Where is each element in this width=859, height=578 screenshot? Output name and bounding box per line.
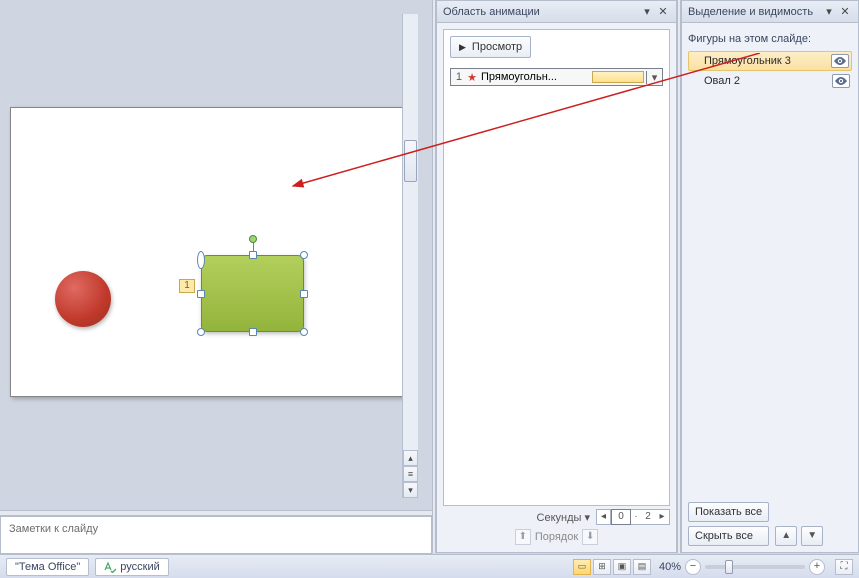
rotation-stem xyxy=(253,243,254,251)
reorder-group: ▲ ▼ xyxy=(775,526,823,546)
slide-canvas[interactable]: 1 xyxy=(10,107,410,397)
move-down-button[interactable]: ⬇ xyxy=(582,529,598,545)
zoom-level[interactable]: 40% xyxy=(659,561,681,573)
zoom-in-button[interactable]: + xyxy=(809,559,825,575)
resize-handle-mr[interactable] xyxy=(300,290,308,298)
selection-pane-menu-icon[interactable]: ▾ xyxy=(822,5,836,19)
animation-pane-menu-icon[interactable]: ▾ xyxy=(640,5,654,19)
resize-handle-bm[interactable] xyxy=(249,328,257,336)
slide-viewport: 1 ▴ ≡ ▾ xyxy=(0,7,418,505)
rotation-handle[interactable] xyxy=(249,235,257,243)
animation-pane-footer: Секунды ▾ ◂ 0 · 2 ▸ ⬆ Порядок ⬇ xyxy=(443,508,670,546)
normal-view-button[interactable]: ▭ xyxy=(573,559,591,575)
resize-handle-ml[interactable] xyxy=(197,290,205,298)
shape-move-down-button[interactable]: ▼ xyxy=(801,526,823,546)
notes-pane[interactable]: Заметки к слайду xyxy=(0,516,432,554)
sorter-view-button[interactable]: ⊞ xyxy=(593,559,611,575)
shape-move-up-button[interactable]: ▲ xyxy=(775,526,797,546)
resize-handle-tm[interactable] xyxy=(249,251,257,259)
animation-item[interactable]: 1 ★ Прямоугольн... ▾ xyxy=(450,68,663,86)
selection-pane: Выделение и видимость ▾ ✕ Фигуры на этом… xyxy=(681,0,859,553)
animation-item-dropdown-icon[interactable]: ▾ xyxy=(646,71,662,84)
animation-pane-toolbar: ▶ Просмотр xyxy=(444,30,669,64)
animation-pane: Область анимации ▾ ✕ ▶ Просмотр 1 ★ Прям… xyxy=(436,0,677,553)
zoom-slider[interactable] xyxy=(705,565,805,569)
timeline-next-icon[interactable]: ▸ xyxy=(655,510,669,524)
rectangle-shape[interactable] xyxy=(201,255,304,332)
play-icon: ▶ xyxy=(459,42,466,53)
play-button-label: Просмотр xyxy=(472,41,522,53)
shape-list-item[interactable]: Прямоугольник 3 xyxy=(688,51,852,71)
spellcheck-icon xyxy=(104,561,116,573)
selection-pane-title: Выделение и видимость xyxy=(688,6,820,18)
visibility-toggle[interactable] xyxy=(832,74,850,88)
animation-pane-close-icon[interactable]: ✕ xyxy=(656,5,670,19)
vertical-scrollbar-thumb[interactable] xyxy=(404,140,417,182)
reading-view-button[interactable]: ▣ xyxy=(613,559,631,575)
rectangle-shape-selected[interactable]: 1 xyxy=(201,255,304,332)
selection-pane-body: Фигуры на этом слайде: Прямоугольник 3 О… xyxy=(688,29,852,500)
fit-to-window-button[interactable]: ⛶ xyxy=(835,559,853,575)
animation-tag[interactable]: 1 xyxy=(179,279,195,293)
selection-pane-caption: Фигуры на этом слайде: xyxy=(688,29,852,51)
timeline-controls: Секунды ▾ ◂ 0 · 2 ▸ xyxy=(443,508,670,526)
timeline-pos: 0 xyxy=(611,509,631,525)
resize-handle-tl[interactable] xyxy=(197,251,205,269)
resize-handle-bl[interactable] xyxy=(197,328,205,336)
slideshow-view-button[interactable]: ▤ xyxy=(633,559,651,575)
timeline-label[interactable]: Секунды ▾ xyxy=(443,511,596,524)
show-all-button[interactable]: Показать все xyxy=(688,502,769,522)
move-up-button[interactable]: ⬆ xyxy=(515,529,531,545)
eye-icon xyxy=(835,77,847,85)
selection-pane-footer: Показать все Скрыть все ▲ ▼ Порядок ▾ xyxy=(688,502,852,546)
animation-item-name: Прямоугольн... xyxy=(479,71,592,83)
eye-icon xyxy=(834,57,846,65)
vertical-scrollbar[interactable] xyxy=(402,14,418,462)
theme-indicator[interactable]: "Тема Office" xyxy=(6,558,89,576)
slide-nav-buttons: ▴ ≡ ▾ xyxy=(402,450,418,498)
animation-index: 1 xyxy=(451,71,465,83)
timeline-prev-icon[interactable]: ◂ xyxy=(597,510,611,524)
timeline-spacer: · xyxy=(631,510,641,524)
animation-pane-title: Область анимации xyxy=(443,6,638,18)
shape-name: Прямоугольник 3 xyxy=(704,55,831,67)
timeline-max: 2 xyxy=(641,510,655,524)
slide-nav-menu[interactable]: ≡ xyxy=(403,466,418,482)
selection-pane-header: Выделение и видимость ▾ ✕ xyxy=(682,1,858,23)
prev-slide-button[interactable]: ▴ xyxy=(403,450,418,466)
selection-pane-close-icon[interactable]: ✕ xyxy=(838,5,852,19)
reorder-label: Порядок xyxy=(535,531,578,543)
zoom-controls: 40% − + ⛶ xyxy=(659,559,853,575)
next-slide-button[interactable]: ▾ xyxy=(403,482,418,498)
animation-pane-body: ▶ Просмотр 1 ★ Прямоугольн... ▾ xyxy=(443,29,670,506)
hide-all-button[interactable]: Скрыть все xyxy=(688,526,769,546)
animation-effect-icon: ★ xyxy=(465,71,479,84)
timeline-nav: ◂ 0 · 2 ▸ xyxy=(596,509,670,525)
shape-name: Овал 2 xyxy=(704,75,832,87)
animation-reorder: ⬆ Порядок ⬇ xyxy=(443,528,670,546)
animation-pane-header: Область анимации ▾ ✕ xyxy=(437,1,676,23)
play-animation-button[interactable]: ▶ Просмотр xyxy=(450,36,531,58)
language-indicator[interactable]: русский xyxy=(95,558,168,576)
resize-handle-tr[interactable] xyxy=(300,251,308,259)
shape-list-item[interactable]: Овал 2 xyxy=(688,71,852,91)
resize-handle-br[interactable] xyxy=(300,328,308,336)
zoom-out-button[interactable]: − xyxy=(685,559,701,575)
oval-shape[interactable] xyxy=(55,271,111,327)
slide-editor: 1 ▴ ≡ ▾ xyxy=(0,0,432,510)
visibility-toggle[interactable] xyxy=(831,54,849,68)
animation-list: 1 ★ Прямоугольн... ▾ xyxy=(450,68,663,499)
animation-duration-bar[interactable] xyxy=(592,71,644,83)
status-bar: "Тема Office" русский ▭ ⊞ ▣ ▤ 40% − + ⛶ xyxy=(0,554,859,578)
zoom-slider-thumb[interactable] xyxy=(725,560,733,574)
visibility-buttons: Показать все Скрыть все xyxy=(688,502,769,546)
